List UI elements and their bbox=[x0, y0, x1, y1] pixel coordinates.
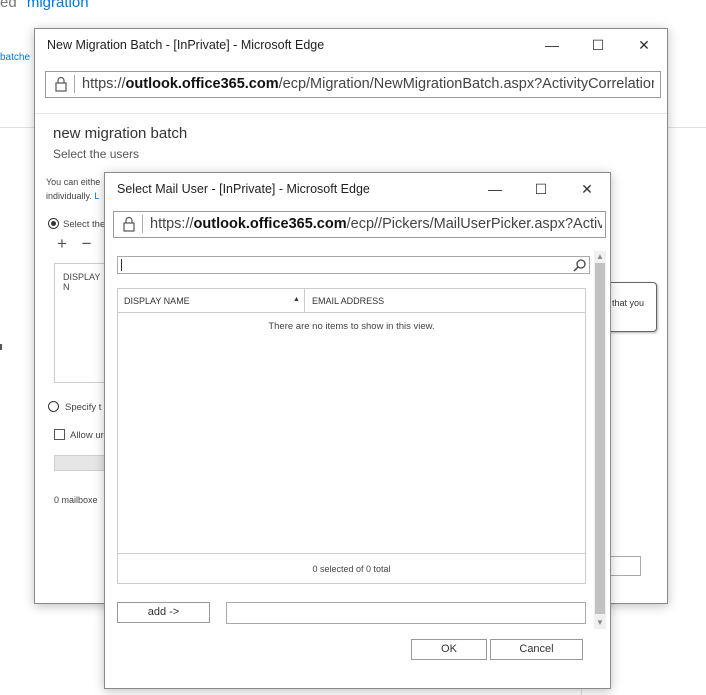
search-icon[interactable] bbox=[573, 258, 587, 272]
ok-button[interactable]: OK bbox=[411, 639, 487, 660]
maximize-button[interactable]: ☐ bbox=[526, 177, 556, 201]
page-marker bbox=[0, 344, 2, 350]
browse-field[interactable] bbox=[54, 455, 106, 471]
batches-link[interactable]: batche bbox=[0, 52, 30, 63]
mailboxes-status: 0 mailboxe bbox=[54, 495, 98, 505]
address-bar[interactable]: https://outlook.office365.com/ecp//Picke… bbox=[113, 211, 606, 238]
maximize-button[interactable]: ☐ bbox=[583, 33, 613, 57]
minimize-button[interactable]: — bbox=[537, 33, 567, 57]
callout-text: that you bbox=[612, 298, 645, 308]
column-display-name[interactable]: DISPLAY NAME bbox=[124, 296, 190, 306]
breadcrumb-text: ed bbox=[0, 0, 17, 11]
table-header: DISPLAY NAME ▲ EMAIL ADDRESS bbox=[118, 289, 585, 313]
select-users-radio[interactable] bbox=[48, 218, 59, 229]
select-users-label: Select the bbox=[63, 219, 106, 230]
add-remove-buttons[interactable]: + − bbox=[57, 234, 97, 254]
address-url: https://outlook.office365.com/ecp//Picke… bbox=[150, 216, 602, 232]
lock-icon bbox=[123, 216, 135, 232]
help-callout: that you bbox=[609, 282, 657, 332]
select-mail-user-window: Select Mail User - [InPrivate] - Microso… bbox=[104, 172, 611, 689]
minimize-button[interactable]: — bbox=[480, 177, 510, 201]
description-text: You can eithe individually. L bbox=[46, 177, 101, 201]
grid-header-display-name: DISPLAY N bbox=[63, 272, 101, 292]
batch-input-field[interactable] bbox=[609, 556, 641, 576]
breadcrumb-link-migration[interactable]: migration bbox=[27, 0, 89, 11]
lock-icon bbox=[55, 76, 67, 92]
column-separator bbox=[304, 289, 305, 313]
search-input[interactable] bbox=[117, 256, 590, 274]
address-url: https://outlook.office365.com/ecp/Migrat… bbox=[82, 76, 654, 92]
breadcrumb: ed migration bbox=[0, 0, 89, 11]
specify-users-label: Specify t bbox=[65, 402, 102, 413]
table-footer: 0 selected of 0 total bbox=[118, 553, 585, 583]
text-cursor bbox=[121, 259, 122, 271]
scroll-up-icon[interactable]: ▲ bbox=[594, 251, 606, 263]
users-grid: DISPLAY N bbox=[54, 263, 106, 383]
allow-checkbox[interactable] bbox=[54, 429, 65, 440]
learn-more-link[interactable]: L bbox=[94, 191, 99, 201]
specify-users-radio[interactable] bbox=[48, 401, 59, 412]
selected-users-field[interactable] bbox=[226, 602, 586, 624]
cancel-button[interactable]: Cancel bbox=[490, 639, 583, 660]
window-title: Select Mail User - [InPrivate] - Microso… bbox=[117, 182, 370, 196]
page-title: new migration batch bbox=[53, 125, 188, 142]
address-separator bbox=[74, 75, 75, 93]
window-titlebar[interactable]: New Migration Batch - [InPrivate] - Micr… bbox=[35, 29, 667, 59]
mail-user-table: DISPLAY NAME ▲ EMAIL ADDRESS There are n… bbox=[117, 288, 586, 584]
close-button[interactable]: ✕ bbox=[629, 33, 659, 57]
window-titlebar[interactable]: Select Mail User - [InPrivate] - Microso… bbox=[105, 173, 610, 203]
column-email-address[interactable]: EMAIL ADDRESS bbox=[312, 296, 384, 306]
content-divider bbox=[35, 113, 667, 114]
selection-count: 0 selected of 0 total bbox=[312, 564, 391, 574]
scrollbar-thumb[interactable] bbox=[595, 263, 605, 614]
empty-message: There are no items to show in this view. bbox=[268, 321, 435, 332]
address-bar[interactable]: https://outlook.office365.com/ecp/Migrat… bbox=[45, 71, 661, 98]
vertical-scrollbar[interactable]: ▲ ▼ bbox=[594, 251, 606, 629]
sort-ascending-icon: ▲ bbox=[293, 296, 300, 303]
allow-checkbox-label: Allow ur bbox=[70, 430, 104, 441]
close-button[interactable]: ✕ bbox=[572, 177, 602, 201]
window-title: New Migration Batch - [InPrivate] - Micr… bbox=[47, 38, 325, 52]
page-subtitle: Select the users bbox=[53, 147, 140, 161]
add-button[interactable]: add -> bbox=[117, 602, 210, 623]
scroll-down-icon[interactable]: ▼ bbox=[594, 617, 606, 629]
address-separator bbox=[142, 215, 143, 233]
